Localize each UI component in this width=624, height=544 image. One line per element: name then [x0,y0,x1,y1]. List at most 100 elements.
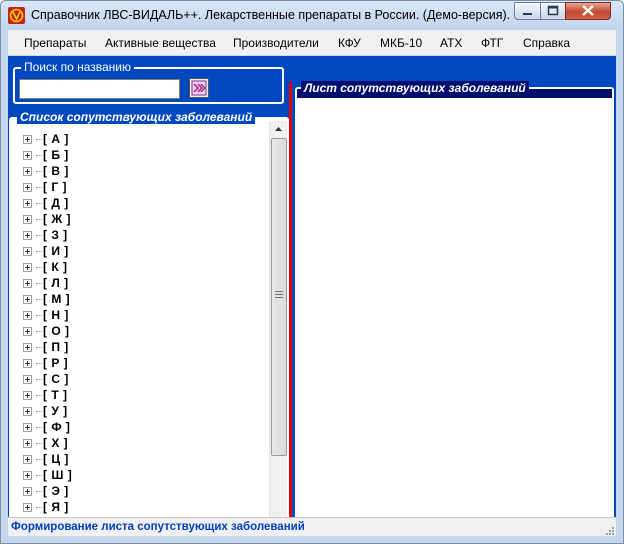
tree-item[interactable]: [ Ф ] [23,419,70,435]
diseases-sheet-legend: Лист сопутствующих заболеваний [301,81,529,95]
search-group: Поиск по названию [13,60,284,104]
minimize-icon [523,13,532,15]
window-bottom-frame [1,536,623,543]
arrow-up-icon [275,127,282,131]
search-go-icon [191,80,207,96]
tree-item[interactable]: [ Л ] [23,275,69,291]
diseases-tree[interactable]: [ А ] [ Б ] [ В ] [ Г ] [ Д ] [ Ж ] [ З … [11,131,261,539]
tree-item[interactable]: [ Н ] [23,307,69,323]
tree-item-label: [ Д ] [43,196,69,210]
tree-item-label: [ Л ] [43,276,69,290]
plus-expander-icon[interactable] [23,278,32,288]
status-text: Формирование листа сопутствующих заболев… [11,521,305,533]
tree-item-label: [ В ] [43,164,69,178]
plus-expander-icon[interactable] [23,454,32,464]
tree-item[interactable]: [ К ] [23,259,67,275]
plus-expander-icon[interactable] [23,310,32,320]
window-title: Справочник ЛВС-ВИДАЛЬ++. Лекарственные п… [31,8,511,22]
tree-item[interactable]: [ Т ] [23,387,68,403]
plus-expander-icon[interactable] [23,486,32,496]
plus-expander-icon[interactable] [23,342,32,352]
menu-mkb10[interactable]: МКБ-10 [380,36,422,50]
plus-expander-icon[interactable] [23,326,32,336]
menu-drugs[interactable]: Препараты [24,36,86,50]
tree-item-label: [ Э ] [43,484,69,498]
panel-splitter[interactable] [289,82,292,543]
tree-item[interactable]: [ У ] [23,403,68,419]
plus-expander-icon[interactable] [23,246,32,256]
menu-help[interactable]: Справка [523,36,570,50]
tree-item[interactable]: [ А ] [23,131,69,147]
minimize-button[interactable] [514,2,541,20]
plus-expander-icon[interactable] [23,374,32,384]
close-button[interactable] [565,2,611,20]
app-window: Справочник ЛВС-ВИДАЛЬ++. Лекарственные п… [0,0,624,544]
menu-kfu[interactable]: КФУ [338,36,361,50]
plus-expander-icon[interactable] [23,198,32,208]
search-button[interactable] [189,78,209,98]
menu-bar: Препараты Активные вещества Производител… [8,30,616,56]
plus-expander-icon[interactable] [23,294,32,304]
tree-item[interactable]: [ Я ] [23,499,69,515]
plus-expander-icon[interactable] [23,214,32,224]
tree-item[interactable]: [ С ] [23,371,69,387]
resize-grip-icon[interactable] [604,525,614,535]
maximize-icon [547,5,559,16]
title-bar[interactable]: Справочник ЛВС-ВИДАЛЬ++. Лекарственные п… [1,1,623,30]
plus-expander-icon[interactable] [23,438,32,448]
plus-expander-icon[interactable] [23,502,32,512]
tree-item[interactable]: [ Б ] [23,147,69,163]
plus-expander-icon[interactable] [23,230,32,240]
tree-item-label: [ П ] [43,340,69,354]
tree-item[interactable]: [ П ] [23,339,69,355]
tree-item[interactable]: [ Ш ] [23,467,72,483]
plus-expander-icon[interactable] [23,390,32,400]
tree-item[interactable]: [ Д ] [23,195,69,211]
grip-icon [275,291,283,300]
tree-item[interactable]: [ Х ] [23,435,68,451]
tree-item-label: [ Ц ] [43,452,69,466]
status-bar: Формирование листа сопутствующих заболев… [8,517,616,537]
tree-item-label: [ Я ] [43,500,69,514]
plus-expander-icon[interactable] [23,182,32,192]
tree-item[interactable]: [ В ] [23,163,69,179]
tree-item-label: [ У ] [43,404,68,418]
plus-expander-icon[interactable] [23,470,32,480]
plus-expander-icon[interactable] [23,134,32,144]
plus-expander-icon[interactable] [23,262,32,272]
tree-item[interactable]: [ О ] [23,323,70,339]
maximize-button[interactable] [540,2,566,20]
plus-expander-icon[interactable] [23,166,32,176]
tree-item-label: [ Б ] [43,148,69,162]
tree-item[interactable]: [ Э ] [23,483,69,499]
menu-ftg[interactable]: ФТГ [481,36,503,50]
scroll-up-button[interactable] [270,121,287,137]
app-logo-icon [8,7,25,24]
tree-item[interactable]: [ Ж ] [23,211,71,227]
close-icon [582,5,594,16]
tree-item-label: [ Ф ] [43,420,71,434]
tree-item[interactable]: [ Г ] [23,179,67,195]
tree-item[interactable]: [ Ц ] [23,451,69,467]
tree-item-label: [ Т ] [43,388,68,402]
list-vertical-scrollbar[interactable] [269,121,287,539]
plus-expander-icon[interactable] [23,150,32,160]
tree-item[interactable]: [ М ] [23,291,70,307]
diseases-list-group: Список сопутствующих заболеваний [ А ] [… [9,110,289,543]
main-panel: Поиск по названию Список сопутствующих з… [8,56,616,543]
tree-item-label: [ О ] [43,324,70,338]
search-input[interactable] [19,79,180,99]
tree-item[interactable]: [ З ] [23,227,68,243]
tree-item[interactable]: [ И ] [23,243,69,259]
menu-active-substances[interactable]: Активные вещества [105,36,216,50]
tree-item[interactable]: [ Р ] [23,355,68,371]
tree-item-label: [ Г ] [43,180,67,194]
tree-item-label: [ Р ] [43,356,69,370]
menu-atc[interactable]: АТХ [440,36,462,50]
plus-expander-icon[interactable] [23,358,32,368]
client-area: Препараты Активные вещества Производител… [8,30,616,543]
plus-expander-icon[interactable] [23,422,32,432]
menu-manufacturers[interactable]: Производители [233,36,319,50]
plus-expander-icon[interactable] [23,406,32,416]
scroll-thumb[interactable] [271,138,287,456]
